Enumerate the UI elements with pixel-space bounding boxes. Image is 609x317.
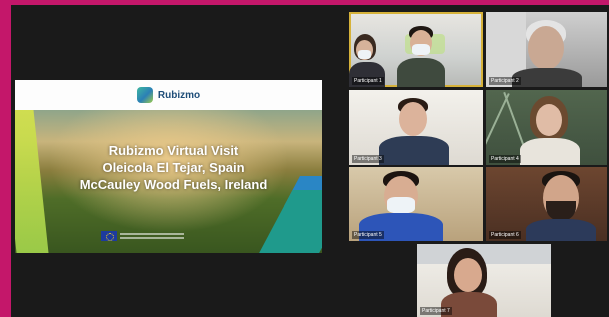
video-tile[interactable]: Participant 6 bbox=[486, 167, 607, 241]
slide-title-line1: Rubizmo Virtual Visit bbox=[108, 143, 239, 158]
shared-screen[interactable]: Rubizmo Rubizmo Virtual Visit Oleicola E… bbox=[15, 80, 322, 253]
video-tile[interactable]: Participant 1 bbox=[349, 12, 483, 87]
rubizmo-logo-icon bbox=[136, 87, 153, 103]
slide-header: Rubizmo bbox=[15, 80, 322, 110]
face-mask bbox=[358, 50, 371, 59]
logo-text: Rubizmo bbox=[157, 89, 201, 101]
video-tile[interactable]: Participant 7 bbox=[417, 244, 551, 317]
eu-flag-icon bbox=[101, 231, 117, 241]
eu-funding-notice bbox=[101, 231, 184, 241]
funding-text-lines bbox=[120, 231, 184, 241]
participant-name: Participant 2 bbox=[489, 77, 521, 85]
participant-name: Participant 3 bbox=[352, 155, 384, 163]
video-tile[interactable]: Participant 4 bbox=[486, 90, 607, 165]
face-mask bbox=[387, 197, 415, 213]
video-tile[interactable]: Participant 3 bbox=[349, 90, 483, 165]
beard bbox=[546, 201, 576, 221]
video-tile[interactable]: Participant 5 bbox=[349, 167, 483, 241]
participant-name: Participant 5 bbox=[352, 231, 384, 239]
participant-name: Participant 6 bbox=[489, 231, 521, 239]
participant-name: Participant 1 bbox=[352, 77, 384, 85]
video-tile[interactable]: Participant 2 bbox=[486, 12, 607, 87]
participant-name: Participant 4 bbox=[489, 155, 521, 163]
participant-name: Participant 7 bbox=[420, 307, 452, 315]
slide-title-line2: Oleicola El Tejar, Spain bbox=[102, 160, 245, 175]
slide-title-line3: McCauley Wood Fuels, Ireland bbox=[79, 177, 268, 192]
slide-title: Rubizmo Virtual Visit Oleicola El Tejar,… bbox=[55, 142, 292, 193]
face-mask bbox=[412, 44, 430, 55]
